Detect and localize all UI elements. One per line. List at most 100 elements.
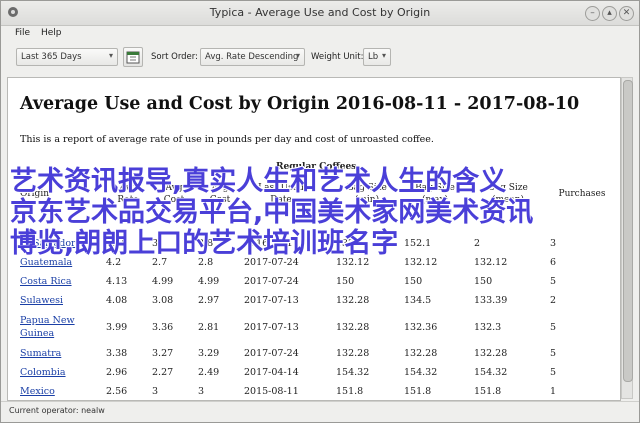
table-cell: 132.28 xyxy=(404,348,438,359)
minimize-button[interactable]: – xyxy=(585,6,600,21)
table-row: Papua New Guinea 3.99 3.36 2.81 2017-07-13 13… xyxy=(20,310,590,344)
table-cell: 3.99 xyxy=(106,321,128,333)
menu-help[interactable]: Help xyxy=(41,28,62,38)
table-cell: 154.32 xyxy=(336,367,370,378)
date-range-select[interactable]: Last 365 Days ▾ xyxy=(16,48,118,66)
menu-bar: File Help xyxy=(1,25,639,43)
table-row: Costa Rica 4.13 4.99 4.99 2017-07-24 150 150 15… xyxy=(20,272,590,291)
scrollbar-thumb[interactable] xyxy=(623,80,633,382)
table-cell: 154.32 xyxy=(404,367,438,378)
table-cell: 1 xyxy=(550,386,557,397)
origin-link[interactable]: Sulawesi xyxy=(20,291,106,310)
table-cell: 132.28 xyxy=(336,348,370,359)
menu-file[interactable]: File xyxy=(15,28,30,38)
table-cell: 3 xyxy=(550,238,557,249)
table-cell: 4.58 xyxy=(106,238,128,249)
table-cell: 3.36 xyxy=(152,321,174,333)
table-cell: 132.3 xyxy=(474,321,502,333)
table-cell: 3.08 xyxy=(152,295,174,306)
sort-order-select[interactable]: Avg. Rate Descending ▾ xyxy=(200,48,305,66)
table-cell: 4.2 xyxy=(106,257,122,268)
sort-order-label: Sort Order: xyxy=(151,52,198,62)
table-cell: 2.56 xyxy=(106,386,128,397)
column-header: Bag Size (min) xyxy=(347,183,387,205)
origin-link[interactable]: Guatemala xyxy=(20,253,106,272)
origin-link[interactable]: Costa Rica xyxy=(20,272,106,291)
table-cell: 2.27 xyxy=(152,367,174,378)
table-row: Colombia 2.96 2.27 2.49 2017-04-14 154.32 154.… xyxy=(20,363,590,382)
table-cell: 2 xyxy=(474,238,481,249)
table-cell: 2.49 xyxy=(198,367,220,378)
origin-link[interactable]: Papua New Guinea xyxy=(20,310,106,344)
vertical-scrollbar[interactable] xyxy=(621,77,633,399)
table-cell: 2017-07-13 xyxy=(244,295,299,306)
table-cell: 133.39 xyxy=(474,295,508,306)
origin-link[interactable]: Mexico xyxy=(20,382,106,400)
table-row: El Salvador 4.58 3 2.8 2016-12-1 132 152.1 2 3 xyxy=(20,234,590,253)
table-cell: 2.8 xyxy=(198,238,214,249)
column-header: Avg Cost xyxy=(209,183,231,205)
origin-link[interactable]: Colombia xyxy=(20,363,106,382)
column-header: Avg Cost xyxy=(163,183,185,205)
weight-unit-value: Lb xyxy=(368,52,379,62)
status-bar: Current operator: nealw xyxy=(1,401,639,422)
chevron-down-icon: ▾ xyxy=(381,51,386,60)
table-cell: 132.28 xyxy=(336,295,370,306)
table-cell: 5 xyxy=(550,321,557,333)
table-cell: 2017-04-14 xyxy=(244,367,299,378)
table-cell: 3.38 xyxy=(106,348,128,359)
current-operator-text: Current operator: nealw xyxy=(9,406,105,415)
table-cell: 2017-07-13 xyxy=(244,321,299,333)
toolbar: Last 365 Days ▾ Sort Order: Avg. Rate De… xyxy=(1,43,639,73)
group-header: Regular Coffees xyxy=(276,162,357,172)
table-cell: 3 xyxy=(152,386,159,397)
close-icon: ✕ xyxy=(622,8,631,18)
table-cell: 2017-07-24 xyxy=(244,257,299,268)
table-row: Mexico 2.56 3 3 2015-08-11 151.8 151.8 151.8 1 xyxy=(20,382,590,400)
table-cell: 2.97 xyxy=(198,295,220,306)
report-title: Average Use and Cost by Origin 2016-08-1… xyxy=(20,94,580,114)
minimize-icon: – xyxy=(590,8,595,18)
table-cell: 150 xyxy=(474,276,493,287)
chevron-down-icon: ▾ xyxy=(108,51,113,60)
weight-unit-select[interactable]: Lb ▾ xyxy=(363,48,391,66)
calendar-button[interactable] xyxy=(123,47,143,67)
table-cell: 151.8 xyxy=(474,386,502,397)
table-cell: 132.28 xyxy=(474,348,508,359)
column-header: Bag Size (max) xyxy=(415,183,455,205)
column-header: Last Used Date xyxy=(258,183,304,205)
table-cell: 151.8 xyxy=(336,386,364,397)
table-cell: 2.8 xyxy=(198,257,214,268)
origin-link[interactable]: El Salvador xyxy=(20,234,106,253)
table-cell: 4.13 xyxy=(106,276,128,287)
report-table-body: El Salvador 4.58 3 2.8 2016-12-1 132 152.1 2 3 Gu… xyxy=(20,234,590,400)
table-cell: 2015-08-11 xyxy=(244,386,299,397)
table-cell: 2 xyxy=(550,295,557,306)
app-window: Typica - Average Use and Cost by Origin … xyxy=(0,0,640,423)
table-cell: 132.12 xyxy=(404,257,438,268)
table-cell: 2.81 xyxy=(198,321,220,333)
table-cell: 4.99 xyxy=(198,276,220,287)
table-cell: 132.36 xyxy=(404,321,438,333)
table-cell: 2.96 xyxy=(106,367,128,378)
sort-order-value: Avg. Rate Descending xyxy=(205,52,299,62)
column-header: Purchases xyxy=(558,189,606,199)
origin-link[interactable]: Sumatra xyxy=(20,344,106,363)
table-cell: 132.28 xyxy=(336,321,370,333)
table-cell: 4.99 xyxy=(152,276,174,287)
table-cell: 152.1 xyxy=(404,238,432,249)
chevron-down-icon: ▾ xyxy=(295,51,300,60)
title-bar: Typica - Average Use and Cost by Origin … xyxy=(1,1,639,26)
weight-unit-label: Weight Unit: xyxy=(311,52,364,62)
close-button[interactable]: ✕ xyxy=(619,6,634,21)
column-header: Bag Size (mean) xyxy=(488,183,528,205)
table-cell: 132 xyxy=(336,238,355,249)
table-cell: 3 xyxy=(198,386,205,397)
table-cell: 132.12 xyxy=(336,257,370,268)
table-cell: 132.12 xyxy=(474,257,508,268)
table-cell: 5 xyxy=(550,348,557,359)
table-cell: 2017-07-24 xyxy=(244,276,299,287)
table-cell: 6 xyxy=(550,257,557,268)
report-table: El Salvador 4.58 3 2.8 2016-12-1 132 152.1 2 3 Gu… xyxy=(20,234,590,400)
maximize-button[interactable]: ▴ xyxy=(602,6,617,21)
